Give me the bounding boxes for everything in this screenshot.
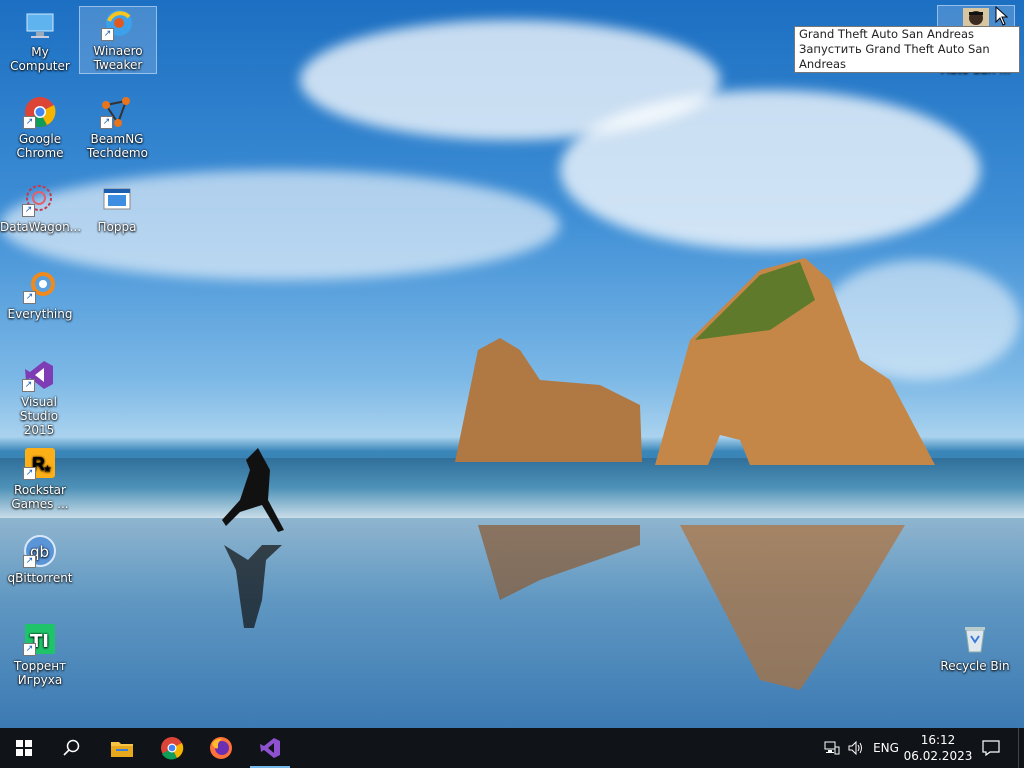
shortcut-arrow-icon: ↗ (23, 643, 36, 656)
tooltip: Grand Theft Auto San Andreas Запустить G… (794, 26, 1020, 73)
desktop-icon-beamng[interactable]: ↗ BeamNG Techdemo (79, 95, 155, 160)
icon-label: My Computer (10, 45, 70, 73)
icon-label: Google Chrome (16, 132, 64, 160)
visual-studio-icon (260, 738, 280, 758)
desktop-icon-qbittorrent[interactable]: qb ↗ qBittorrent (2, 534, 78, 585)
desktop-icon-my-computer[interactable]: My Computer (2, 8, 78, 73)
volume-icon (848, 741, 862, 755)
shortcut-arrow-icon: ↗ (23, 291, 36, 304)
language-indicator[interactable]: ENG (869, 728, 903, 768)
datawagon-icon: ↗ (22, 183, 56, 217)
icon-label: Winaero Tweaker (93, 44, 143, 72)
shortcut-arrow-icon: ↗ (22, 379, 35, 392)
desktop-icon-google-chrome[interactable]: ↗ Google Chrome (2, 95, 78, 160)
taskbar-firefox[interactable] (197, 728, 245, 768)
chrome-icon: ↗ (23, 95, 57, 129)
taskbar-google-chrome[interactable] (148, 728, 196, 768)
search-icon (63, 739, 80, 756)
start-button[interactable] (0, 728, 48, 768)
notification-icon (982, 740, 1000, 756)
desktop-icon-winaero-tweaker[interactable]: ↗ Winaero Tweaker (79, 6, 157, 74)
desktop-icon-window[interactable]: Поррa (79, 183, 155, 234)
search-button[interactable] (48, 728, 96, 768)
qbittorrent-icon: qb ↗ (23, 534, 57, 568)
icon-label: Visual Studio 2015 (19, 395, 59, 437)
tooltip-title: Grand Theft Auto San Andreas (799, 27, 975, 41)
svg-text:★: ★ (43, 464, 52, 475)
desktop-icon-everything[interactable]: ↗ Everything (2, 270, 78, 321)
rockstar-icon: R ★ ↗ (23, 446, 57, 480)
icon-label: Торрент Игруха (13, 659, 67, 687)
desktop[interactable]: My Computer ↗ Winaero Tweaker ↗ Google C… (0, 0, 1024, 728)
taskbar-visual-studio[interactable] (246, 728, 294, 768)
icon-label: Поррa (97, 220, 137, 234)
folder-icon (111, 742, 133, 757)
taskbar: ENG 16:12 06.02.2023 (0, 728, 1024, 768)
shortcut-arrow-icon: ↗ (22, 204, 35, 217)
icon-label: BeamNG Techdemo (87, 132, 148, 160)
desktop-icon-visual-studio[interactable]: ↗ Visual Studio 2015 (0, 358, 78, 437)
action-center-button[interactable] (978, 728, 1004, 768)
taskbar-file-explorer[interactable] (98, 728, 146, 768)
shortcut-arrow-icon: ↗ (101, 28, 114, 41)
clock-time: 16:12 (920, 733, 956, 747)
icon-label: Everything (7, 307, 73, 321)
tooltip-description: Запустить Grand Theft Auto San Andreas (799, 42, 990, 71)
torrent-igruha-icon: TI ↗ (23, 622, 57, 656)
firefox-icon (210, 737, 232, 759)
recycle-bin-icon (958, 622, 992, 656)
mouse-cursor-icon (995, 6, 1009, 26)
icon-label: Rockstar Games ... (11, 483, 69, 511)
clock-date: 06.02.2023 (903, 749, 973, 763)
icon-label: Recycle Bin (940, 659, 1010, 673)
desktop-icon-recycle-bin[interactable]: Recycle Bin (937, 622, 1013, 673)
winaero-icon: ↗ (101, 7, 135, 41)
network-icon (824, 741, 840, 755)
network-button[interactable] (822, 728, 842, 768)
visual-studio-icon: ↗ (22, 358, 56, 392)
everything-icon: ↗ (23, 270, 57, 304)
shortcut-arrow-icon: ↗ (23, 116, 36, 129)
desktop-icon-rockstar-games[interactable]: R ★ ↗ Rockstar Games ... (2, 446, 78, 511)
computer-icon (23, 8, 57, 42)
chrome-icon (161, 737, 184, 760)
shortcut-arrow-icon: ↗ (100, 116, 113, 129)
shortcut-arrow-icon: ↗ (23, 555, 36, 568)
icon-label: qBittorrent (7, 571, 73, 585)
desktop-icon-datawagon[interactable]: ↗ DataWagon... (0, 183, 82, 234)
windows-logo-icon (16, 740, 32, 756)
clock[interactable]: 16:12 06.02.2023 (903, 728, 973, 768)
shortcut-arrow-icon: ↗ (23, 467, 36, 480)
icon-label: DataWagon... (0, 220, 82, 234)
window-icon (100, 183, 134, 217)
beamng-icon: ↗ (100, 95, 134, 129)
desktop-icon-torrent-igruha[interactable]: TI ↗ Торрент Игруха (2, 622, 78, 687)
volume-button[interactable] (845, 728, 867, 768)
show-desktop-button[interactable] (1018, 728, 1024, 768)
